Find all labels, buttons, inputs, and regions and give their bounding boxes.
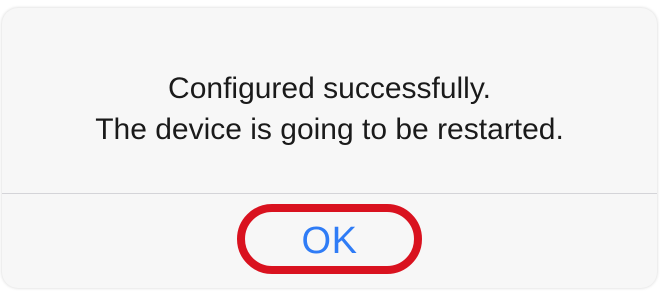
alert-message-line-2: The device is going to be restarted. [95,113,564,146]
alert-message: Configured successfully. The device is g… [2,68,657,150]
ok-button[interactable]: OK [2,194,657,288]
alert-dialog: Configured successfully. The device is g… [2,8,657,288]
alert-message-line-1: Configured successfully. [168,72,491,105]
ok-button-label: OK [301,220,358,262]
screen: Configured successfully. The device is g… [0,0,661,294]
